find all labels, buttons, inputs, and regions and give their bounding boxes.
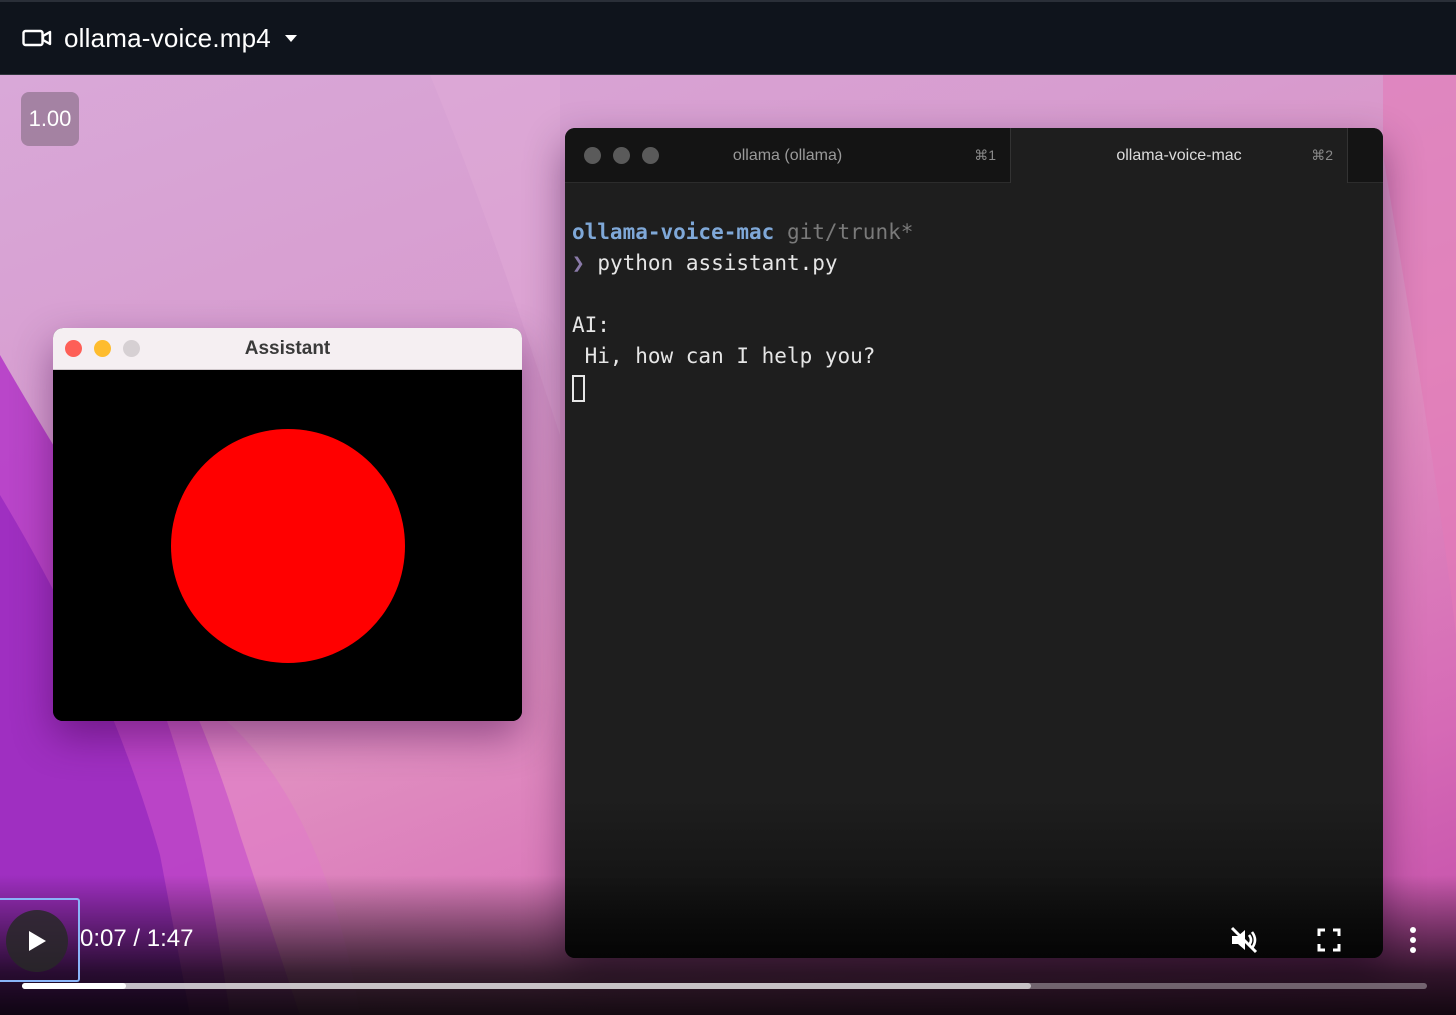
time-display: 0:07 / 1:47 (80, 925, 193, 953)
tab-shortcut: ⌘1 (974, 147, 996, 163)
prompt-symbol: ❯ (572, 251, 585, 275)
progress-bar[interactable] (22, 983, 1427, 989)
command-text: python assistant.py (597, 251, 838, 275)
assistant-titlebar: Assistant (53, 328, 522, 370)
video-camera-icon (22, 29, 52, 47)
volume-muted-icon (1230, 926, 1258, 954)
more-vertical-icon (1410, 927, 1416, 953)
chevron-down-icon[interactable] (284, 34, 297, 42)
assistant-window: Assistant (53, 328, 522, 721)
terminal-window: ollama (ollama) ⌘1 ollama-voice-mac ⌘2 o… (565, 128, 1383, 958)
more-options-button[interactable] (1395, 922, 1431, 958)
terminal-output[interactable]: ollama-voice-mac git/trunk* ❯ python ass… (565, 183, 1383, 403)
prompt-line: ollama-voice-mac git/trunk* (572, 217, 1383, 248)
video-frame[interactable]: 1.00 Assistant ollama (ollama) ⌘1 ollama… (0, 75, 1456, 1015)
duration: 1:47 (146, 925, 194, 952)
terminal-tab-bar: ollama (ollama) ⌘1 ollama-voice-mac ⌘2 (565, 128, 1383, 183)
terminal-cursor-line (572, 372, 1383, 403)
terminal-tab-ollama[interactable]: ollama (ollama) ⌘1 (565, 128, 1010, 183)
terminal-cursor (572, 374, 585, 402)
zoom-window-button[interactable] (123, 340, 140, 357)
play-icon (29, 931, 46, 951)
mute-button[interactable] (1226, 922, 1262, 958)
playback-speed-badge[interactable]: 1.00 (21, 92, 79, 146)
recording-indicator-circle (171, 429, 405, 663)
played-range (22, 983, 126, 989)
ai-response: Hi, how can I help you? (572, 344, 876, 368)
time-separator: / (133, 925, 141, 952)
file-title-bar: ollama-voice.mp4 (0, 0, 1456, 75)
file-name[interactable]: ollama-voice.mp4 (64, 23, 271, 54)
ai-label: AI: (572, 313, 610, 337)
git-branch: git/trunk* (786, 220, 914, 244)
assistant-canvas (53, 370, 522, 721)
tab-shortcut: ⌘2 (1311, 147, 1333, 163)
minimize-window-button[interactable] (94, 340, 111, 357)
tab-label: ollama (ollama) (732, 146, 843, 164)
close-window-button[interactable] (65, 340, 82, 357)
command-line: ❯ python assistant.py (572, 248, 1383, 279)
current-directory: ollama-voice-mac (572, 220, 775, 244)
play-button[interactable] (6, 910, 68, 972)
fullscreen-icon (1317, 928, 1341, 952)
buffered-range (22, 983, 1031, 989)
current-time: 0:07 (80, 925, 127, 952)
fullscreen-button[interactable] (1311, 922, 1347, 958)
tab-label: ollama-voice-mac (1116, 146, 1242, 164)
terminal-tab-ollama-voice-mac[interactable]: ollama-voice-mac ⌘2 (1010, 128, 1348, 183)
